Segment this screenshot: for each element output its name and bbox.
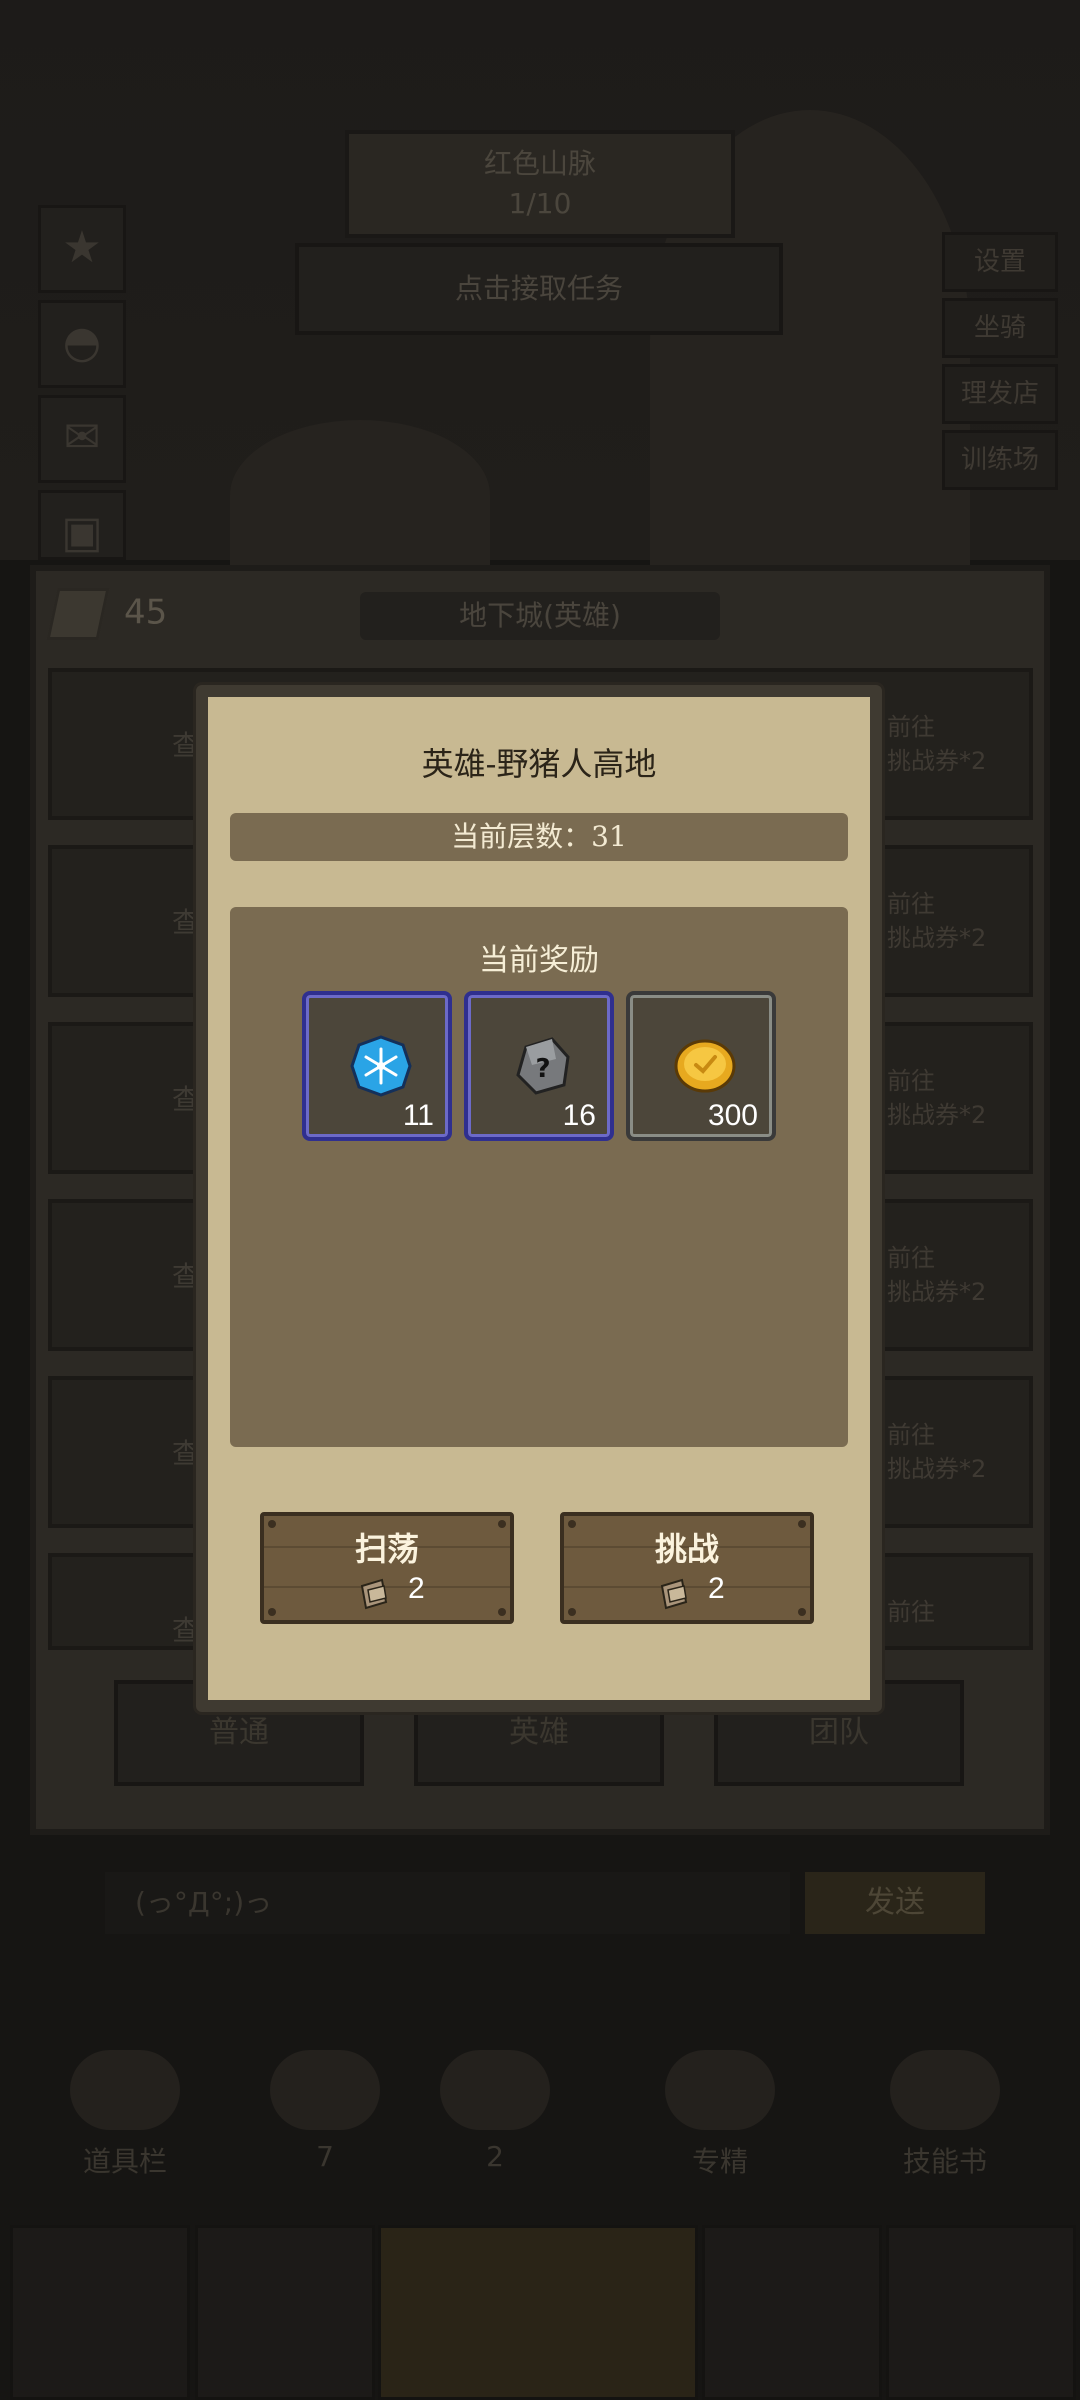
region-progress: 1/10 (508, 187, 572, 220)
reward-panel: 当前奖励 11 ? 16 300 (230, 907, 848, 1447)
reward-title: 当前奖励 (479, 943, 599, 978)
gold-coin-icon (674, 1039, 736, 1093)
mail-icon[interactable]: ✉ (38, 395, 126, 483)
modal-title: 英雄-野猪人高地 (421, 745, 657, 783)
ticket-icon (660, 1578, 688, 1610)
row-go-label: 前往 (887, 1598, 935, 1626)
menu-settings[interactable]: 设置 (942, 232, 1058, 292)
reward-count: 16 (562, 1099, 596, 1132)
reward-slot[interactable]: ? 16 (464, 991, 614, 1141)
challenge-button[interactable]: 挑战 2 (560, 1512, 814, 1624)
reward-count: 300 (707, 1099, 758, 1132)
dungeon-title: 地下城(英雄) (360, 592, 720, 640)
star-icon[interactable]: ★ (38, 205, 126, 293)
chat-input[interactable]: (っ°Д°;)っ (105, 1872, 790, 1934)
region-name: 红色山脉 (483, 147, 596, 180)
row-go-label: 前往 挑战券*2 (887, 713, 987, 775)
shop-item-skill-book[interactable]: 技能书 (870, 2050, 1020, 2200)
reward-count: 11 (402, 1099, 434, 1132)
send-button[interactable]: 发送 (805, 1872, 985, 1934)
row-go-label: 前往 挑战券*2 (887, 890, 987, 952)
menu-barber[interactable]: 理发店 (942, 364, 1058, 424)
ticket-icon (46, 588, 110, 640)
nav-slot-character[interactable] (10, 2225, 190, 2400)
region-banner[interactable]: 红色山脉 1/10 (345, 130, 735, 238)
task-bar[interactable]: 点击接取任务 (295, 243, 783, 335)
ticket-icon (360, 1578, 388, 1610)
row-go-label: 前往 挑战券*2 (887, 1067, 987, 1129)
svg-text:?: ? (535, 1054, 550, 1084)
snowflake-gem-icon (350, 1035, 412, 1097)
nav-slot-dungeon[interactable] (378, 2225, 698, 2400)
challenge-label: 挑战 (654, 1530, 719, 1568)
ticket-count: 45 (124, 592, 168, 633)
shop-item-inventory[interactable]: 道具栏 (50, 2050, 200, 2200)
nav-slot-book[interactable] (886, 2225, 1076, 2400)
shop-item-scroll[interactable]: 2 (420, 2050, 570, 2200)
shop-item-ore[interactable]: 7 (250, 2050, 400, 2200)
sweep-label: 扫荡 (354, 1530, 419, 1568)
menu-mount[interactable]: 坐骑 (942, 298, 1058, 358)
current-floor: 当前层数：31 (230, 813, 848, 861)
sweep-cost: 2 (408, 1572, 425, 1605)
mystery-ore-icon: ? (516, 1037, 570, 1095)
nav-slot-armor[interactable] (195, 2225, 375, 2400)
challenge-cost: 2 (708, 1572, 725, 1605)
rock-silhouette (230, 420, 490, 570)
shop-item-specialization[interactable]: 专精 (645, 2050, 795, 2200)
menu-training[interactable]: 训练场 (942, 430, 1058, 490)
dungeon-detail-modal: 英雄-野猪人高地 当前层数：31 当前奖励 11 ? 16 300 扫荡 2 挑… (196, 685, 882, 1712)
nav-slot-forge[interactable] (702, 2225, 882, 2400)
row-go-label: 前往 挑战券*2 (887, 1244, 987, 1306)
helmet-icon[interactable]: ◓ (38, 300, 126, 388)
reward-slot[interactable]: 300 (626, 991, 776, 1141)
ticket-counter: 45 (46, 588, 168, 640)
row-go-label: 前往 挑战券*2 (887, 1421, 987, 1483)
gift-icon[interactable]: ▣ (38, 490, 126, 560)
sweep-button[interactable]: 扫荡 2 (260, 1512, 514, 1624)
reward-slot[interactable]: 11 (302, 991, 452, 1141)
